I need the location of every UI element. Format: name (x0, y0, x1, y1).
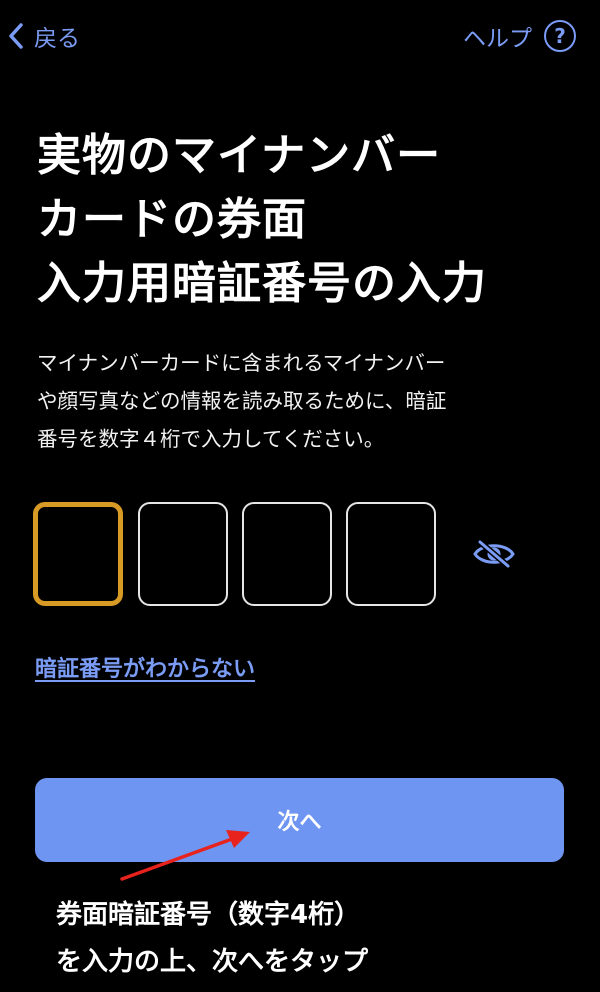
help-label: ヘルプ (463, 26, 532, 52)
help-button[interactable]: ヘルプ ? (463, 16, 576, 56)
pin-digit-1[interactable] (33, 502, 123, 606)
pin-digit-2[interactable] (138, 502, 228, 606)
page-title-line: 実物のマイナンバー (37, 130, 442, 181)
next-button[interactable]: 次へ (35, 778, 564, 862)
annotation-line: を入力の上、次へをタップ (56, 947, 369, 977)
forgot-pin-link[interactable]: 暗証番号がわからない (35, 651, 255, 683)
chevron-left-icon (8, 22, 34, 50)
description-line: マイナンバーカードに含まれるマイナンバー (37, 351, 446, 375)
page-title-line: 入力用暗証番号の入力 (37, 258, 487, 309)
back-button[interactable]: 戻る (8, 16, 80, 56)
nav-bar: 戻る ヘルプ ? (0, 0, 600, 70)
pin-digit-3[interactable] (242, 502, 332, 606)
description-line: や顔写真などの情報を読み取るために、暗証 (37, 389, 447, 413)
description-line: 番号を数字４桁で入力してください。 (37, 427, 385, 451)
pin-digit-4[interactable] (346, 502, 436, 606)
description: マイナンバーカードに含まれるマイナンバー や顔写真などの情報を読み取るために、暗… (37, 344, 567, 458)
page-title-line: カードの券面 (37, 194, 307, 245)
back-label: 戻る (34, 26, 80, 52)
annotation-line: 券面暗証番号（数字4桁） (56, 900, 361, 930)
visibility-toggle-button[interactable] (470, 536, 518, 576)
eye-slash-icon (472, 538, 516, 574)
question-circle-icon: ? (544, 20, 576, 52)
annotation-text: 券面暗証番号（数字4桁） を入力の上、次へをタップ (56, 892, 576, 986)
page-title: 実物のマイナンバー カードの券面 入力用暗証番号の入力 (37, 124, 577, 316)
